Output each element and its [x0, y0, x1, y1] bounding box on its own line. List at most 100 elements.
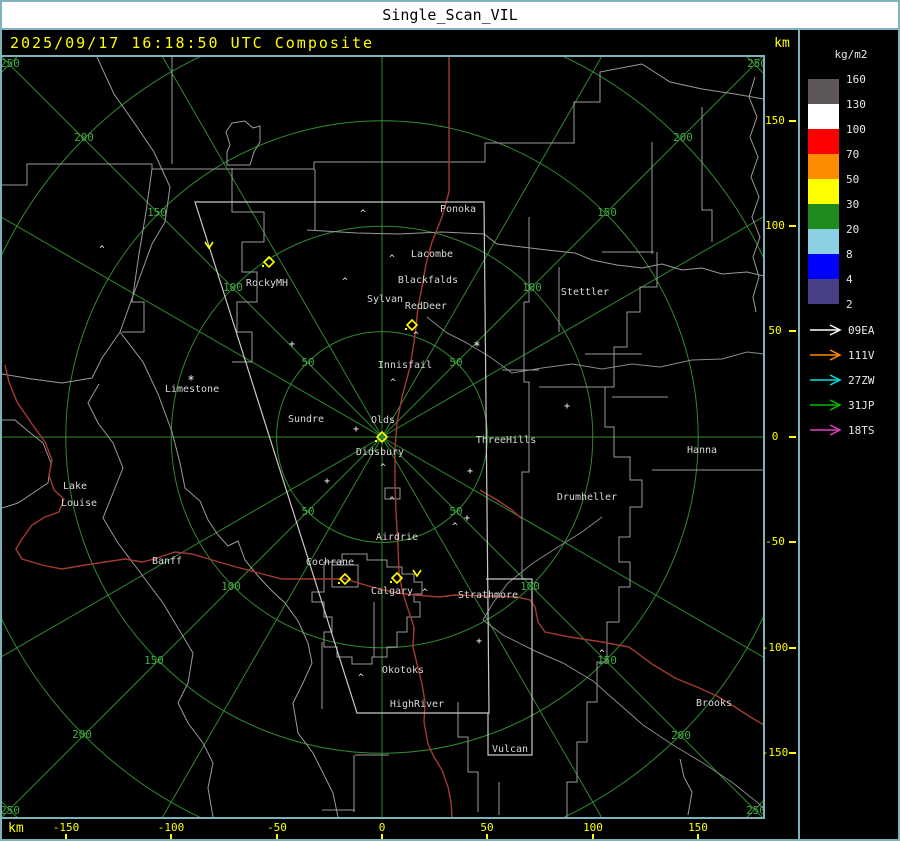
town-plus-marker: + [476, 636, 482, 647]
right-axis-tick-label: -150 [761, 746, 789, 759]
scale-color-block [808, 254, 839, 279]
track-id-label: 18TS [848, 424, 875, 437]
panel-divider [798, 28, 800, 839]
town-caret-marker: ^ [390, 378, 396, 388]
ring-distance-label: 250 [2, 57, 20, 70]
scale-color-block [808, 229, 839, 254]
track-id-label: 31JP [848, 399, 875, 412]
ring-distance-label: 250 [746, 804, 763, 817]
county-boundary [701, 107, 713, 242]
city-label: Sundre [288, 414, 324, 425]
city-label: Didsbury [356, 447, 404, 458]
ring-distance-label: 50 [301, 505, 314, 518]
bottom-axis-tick-label: 0 [378, 821, 386, 834]
town-asterisk-marker: * [473, 339, 480, 353]
map-bottom-border [2, 817, 765, 819]
ring-distance-label: 50 [449, 505, 462, 518]
ring-distance-label: 100 [223, 281, 243, 294]
city-label: Innisfail [378, 360, 432, 371]
right-axis-tick-label: 50 [768, 324, 782, 337]
scale-value-label: 100 [846, 123, 866, 136]
scale-color-block [808, 179, 839, 204]
city-label: Banff [152, 556, 182, 567]
town-plus-marker: + [564, 401, 570, 412]
town-caret-marker: ^ [380, 463, 386, 473]
right-axis-tick [789, 436, 796, 438]
county-boundary [225, 120, 261, 166]
radar-map[interactable]: 50 5050 50100 100100 100150 150150 150200 20020… [2, 57, 763, 817]
radial-line [2, 217, 383, 438]
county-boundary [87, 383, 214, 817]
right-axis-tick [789, 330, 796, 332]
city-label: Calgary [371, 586, 413, 597]
ring-distance-label: 200 [72, 728, 92, 741]
track-arrow-icon [810, 424, 842, 436]
town-plus-marker: + [289, 339, 295, 350]
river [482, 516, 763, 809]
right-axis-tick-label: -100 [761, 641, 789, 654]
ring-distance-label: 200 [673, 131, 693, 144]
ring-distance-label: 250 [2, 804, 20, 817]
bottom-axis-tick [697, 834, 699, 839]
track-arrow-icon [810, 324, 842, 336]
right-axis-tick [789, 752, 796, 754]
scale-color-block [808, 204, 839, 229]
town-caret-marker: ^ [389, 496, 395, 506]
scale-value-label: 8 [846, 248, 853, 261]
storm-cell-dot [262, 265, 264, 267]
storm-cell-dot [390, 581, 392, 583]
city-label: Ponoka [440, 204, 476, 215]
city-label: Cochrane [306, 557, 354, 568]
town-asterisk-marker: * [187, 373, 194, 387]
bottom-axis-tick [592, 834, 594, 839]
city-label: Hanna [687, 445, 717, 456]
bottom-axis-tick-label: -100 [157, 821, 185, 834]
scale-value-label: 20 [846, 223, 860, 236]
window-title: Single_Scan_VIL [2, 2, 898, 28]
ring-distance-label: 200 [671, 729, 691, 742]
ring-distance-label: 100 [221, 580, 241, 593]
ring-distance-label: 50 [301, 356, 314, 369]
right-axis-tick-label: 100 [765, 219, 785, 232]
ring-distance-label: 100 [520, 580, 540, 593]
bottom-axis-tick-label: 150 [688, 821, 708, 834]
track-id-label: 09EA [848, 324, 875, 337]
scale-title: kg/m2 [834, 48, 868, 61]
city-label: Blackfalds [398, 275, 458, 286]
city-label: Sylvan [367, 294, 403, 305]
county-boundary [306, 229, 763, 277]
scale-color-block [808, 79, 839, 104]
ring-distance-label: 50 [449, 356, 462, 369]
city-label: Airdrie [376, 532, 418, 543]
timestamp-label: 2025/09/17 16:18:50 UTC Composite [10, 34, 375, 52]
county-boundary [521, 217, 530, 579]
track-id-label: 27ZW [848, 374, 875, 387]
right-axis-tick-label: 150 [765, 114, 785, 127]
county-boundary [679, 758, 693, 816]
bottom-axis-tick [276, 834, 278, 839]
track-id-label: 111V [848, 349, 875, 362]
town-caret-marker: ^ [413, 331, 419, 341]
right-axis-tick [789, 120, 796, 122]
scale-value-label: 50 [846, 173, 860, 186]
county-boundary [457, 702, 479, 812]
ring-distance-label: 250 [747, 57, 763, 70]
scale-value-label: 4 [846, 273, 853, 286]
track-arrow-icon [810, 399, 842, 411]
city-label: RockyMH [246, 278, 288, 289]
bottom-axis-tick-label: 100 [583, 821, 603, 834]
town-caret-marker: ^ [452, 522, 458, 532]
town-caret-marker: ^ [389, 254, 395, 264]
ring-distance-label: 150 [597, 206, 617, 219]
track-arrow-icon [810, 374, 842, 386]
radial-line [162, 436, 383, 817]
scale-value-label: 30 [846, 198, 860, 211]
scale-value-label: 130 [846, 98, 866, 111]
town-caret-marker: ^ [360, 209, 366, 219]
city-label: RedDeer [405, 301, 447, 312]
county-boundary [748, 76, 761, 313]
city-label: HighRiver [390, 699, 444, 710]
scale-color-block [808, 154, 839, 179]
bottom-axis-unit: km [8, 821, 24, 836]
city-label: Brooks [696, 698, 732, 709]
